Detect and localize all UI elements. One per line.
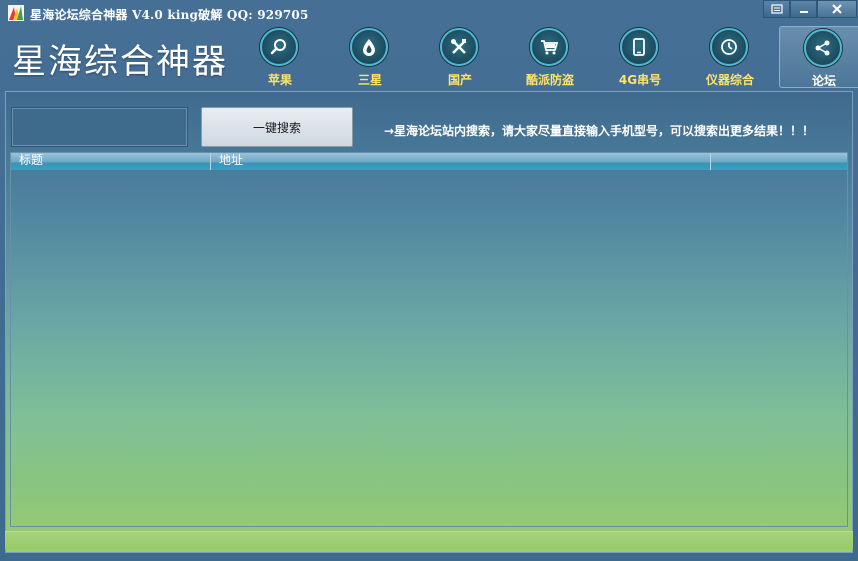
nav-item-samsung[interactable]: 三星 (326, 26, 414, 88)
status-strip (5, 531, 853, 549)
cart-icon (530, 28, 568, 66)
menu-icon[interactable] (763, 0, 790, 18)
nav-item-instruments[interactable]: 仪器综合 (686, 26, 774, 88)
nav-item-4g-serial[interactable]: 4G串号 (596, 26, 684, 88)
nav-bar: 苹果 三星 国产 酷派防盗 4G串号 仪器综合 论坛 (236, 26, 858, 88)
close-icon[interactable] (817, 0, 857, 18)
search-icon (260, 28, 298, 66)
column-header-title[interactable]: 标题 (11, 153, 211, 170)
title-bar[interactable]: 星海论坛综合神器 V4.0 king破解 QQ: 929705 (0, 0, 858, 26)
window-title: 星海论坛综合神器 V4.0 king破解 QQ: 929705 (30, 8, 309, 22)
nav-label: 苹果 (267, 73, 292, 87)
results-list[interactable]: 标题 地址 (10, 152, 848, 527)
column-header-address[interactable]: 地址 (211, 153, 711, 170)
search-input[interactable] (11, 107, 188, 147)
clock-icon (710, 28, 748, 66)
nav-label: 国产 (447, 73, 472, 87)
list-header: 标题 地址 (11, 153, 847, 170)
one-click-search-button[interactable]: 一键搜索 (201, 107, 353, 147)
share-icon (804, 29, 842, 67)
minimize-icon[interactable] (790, 0, 817, 18)
column-header-extra[interactable] (711, 153, 847, 170)
nav-item-forum[interactable]: 论坛 (779, 26, 858, 88)
app-icon (8, 5, 24, 21)
search-hint: →星海论坛站内搜索，请大家尽量直接输入手机型号，可以搜索出更多结果！！！ (384, 124, 815, 138)
nav-item-coolpad[interactable]: 酷派防盗 (506, 26, 594, 88)
nav-label: 仪器综合 (705, 73, 754, 87)
nav-item-apple[interactable]: 苹果 (236, 26, 324, 88)
nav-label: 三星 (357, 73, 382, 87)
tools-icon (440, 28, 478, 66)
nav-label: 4G串号 (618, 73, 662, 87)
drop-icon (350, 28, 388, 66)
main-window: 星海论坛综合神器 V4.0 king破解 QQ: 929705 星海综合神器 苹… (0, 0, 858, 561)
phone-icon (620, 28, 658, 66)
nav-label: 酷派防盗 (525, 73, 574, 87)
nav-label: 论坛 (811, 74, 836, 88)
nav-item-domestic[interactable]: 国产 (416, 26, 504, 88)
brand-title: 星海综合神器 (12, 42, 228, 82)
